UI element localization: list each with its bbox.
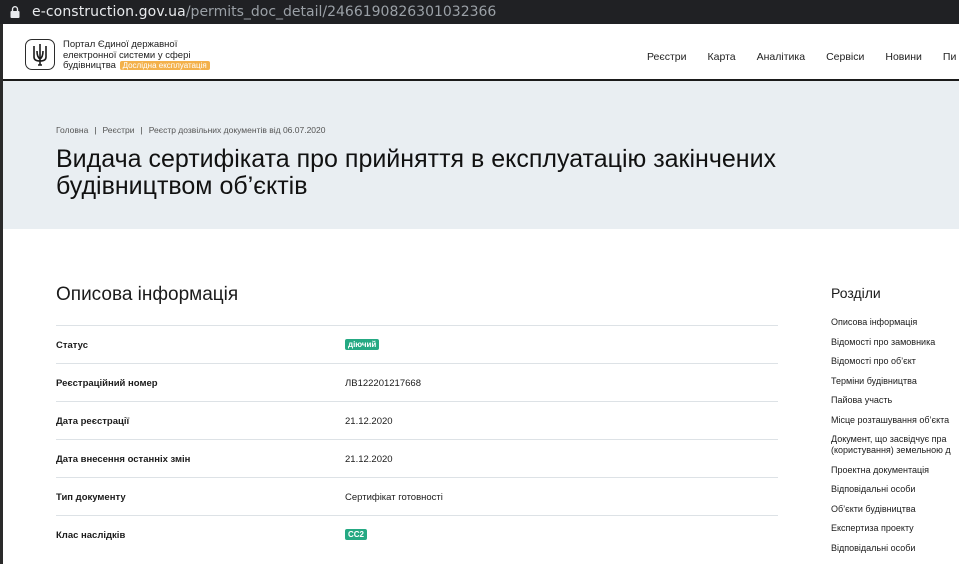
sidebar-item-construction-objects[interactable]: Об’єкти будівництва [831, 504, 959, 515]
page-title: Видача сертифіката про прийняття в експл… [56, 146, 959, 200]
row-label-reg-date: Дата реєстрації [56, 416, 130, 427]
sidebar-item-construction-terms[interactable]: Терміни будівництва [831, 376, 959, 387]
portal-name[interactable]: Портал Єдиної державної електронної сист… [63, 39, 223, 72]
table-row: Клас наслідків СС2 [56, 515, 778, 553]
sidebar-item-project-docs[interactable]: Проектна документація [831, 465, 959, 476]
nav-item-registries[interactable]: Реєстри [647, 51, 687, 63]
table-row: Реєстраційний номер ЛВ122201217668 [56, 363, 778, 401]
table-row: Дата внесення останніх змін 21.12.2020 [56, 439, 778, 477]
sidebar-item-land-document[interactable]: Документ, що засвідчує пра [831, 434, 959, 445]
consequence-class-badge: СС2 [345, 529, 368, 540]
table-row: Статус діючий [56, 325, 778, 363]
beta-badge: Дослідна експлуатація [119, 61, 210, 70]
sidebar-item-location[interactable]: Місце розташування об’єкта [831, 415, 959, 426]
page-title-line-2: будівництвом об’єктів [56, 172, 308, 200]
lock-icon [10, 6, 20, 18]
row-label-consequence-class: Клас наслідків [56, 530, 126, 541]
row-label-reg-number: Реєстраційний номер [56, 378, 158, 389]
page-title-line-1: Видача сертифіката про прийняття в експл… [56, 145, 777, 173]
sidebar-item-share-participation[interactable]: Пайова участь [831, 395, 959, 406]
row-label-doc-type: Тип документу [56, 492, 126, 503]
nav-item-more[interactable]: Пи [943, 51, 956, 63]
row-label-status: Статус [56, 340, 89, 351]
sidebar-item-land-document-cont[interactable]: (користування) земельною д [831, 445, 959, 456]
nav-item-news[interactable]: Новини [885, 51, 922, 63]
table-row: Дата реєстрації 21.12.2020 [56, 401, 778, 439]
sidebar-item-project-expertise[interactable]: Експертиза проекту [831, 523, 959, 534]
row-label-last-change: Дата внесення останніх змін [56, 454, 191, 465]
nav-item-services[interactable]: Сервіси [826, 51, 864, 63]
breadcrumb-current[interactable]: Реєстр дозвільних документів від 06.07.2… [149, 125, 326, 135]
section-title: Описова інформація [56, 284, 239, 305]
sidebar-item-responsible-persons[interactable]: Відповідальні особи [831, 484, 959, 495]
hero-banner: Головна | Реєстри | Реєстр дозвільних до… [3, 81, 959, 229]
row-value-reg-date: 21.12.2020 [345, 416, 393, 427]
row-value-last-change: 21.12.2020 [345, 454, 393, 465]
sidebar-title: Розділи [831, 285, 881, 301]
breadcrumb-registries[interactable]: Реєстри [103, 125, 135, 135]
address-bar[interactable]: e-construction.gov.ua /permits_doc_detai… [0, 0, 959, 24]
site-header: Портал Єдиної державної електронної сист… [0, 24, 959, 81]
nav-item-analytics[interactable]: Аналітика [757, 51, 805, 63]
info-table: Статус діючий Реєстраційний номер ЛВ1222… [56, 325, 778, 553]
status-badge: діючий [345, 339, 380, 350]
trident-logo-icon[interactable] [25, 39, 55, 70]
row-value-doc-type: Сертифікат готовності [345, 492, 443, 503]
main-nav: Реєстри Карта Аналітика Сервіси Новини П… [647, 51, 959, 63]
url-path: /permits_doc_detail/2466190826301032366 [185, 4, 497, 20]
nav-item-map[interactable]: Карта [708, 51, 736, 63]
sidebar-item-responsible-persons-2[interactable]: Відповідальні особи [831, 543, 959, 554]
url-domain: e-construction.gov.ua [32, 4, 186, 20]
table-row: Тип документу Сертифікат готовності [56, 477, 778, 515]
breadcrumb-separator: | [94, 125, 97, 135]
breadcrumb-separator: | [140, 125, 143, 135]
sidebar-sections: Описова інформація Відомості про замовни… [831, 317, 959, 562]
sidebar-item-description[interactable]: Описова інформація [831, 317, 959, 328]
row-value-reg-number: ЛВ122201217668 [345, 378, 421, 389]
breadcrumb: Головна | Реєстри | Реєстр дозвільних до… [56, 125, 326, 135]
sidebar-item-object-info[interactable]: Відомості про об’єкт [831, 356, 959, 367]
breadcrumb-home[interactable]: Головна [56, 125, 88, 135]
sidebar-item-customer[interactable]: Відомості про замовника [831, 337, 959, 348]
